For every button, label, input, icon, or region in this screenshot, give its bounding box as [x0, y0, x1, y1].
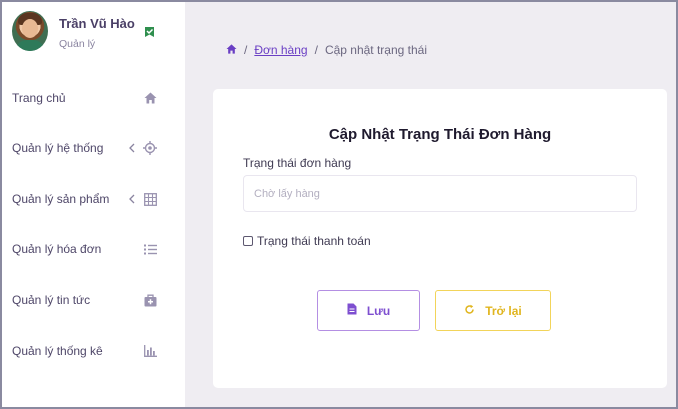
settings-target-icon [142, 140, 158, 156]
sidebar-item-home[interactable]: Trang chủ [2, 83, 185, 113]
back-button[interactable]: Trở lại [435, 290, 551, 331]
user-role: Quản lý [59, 38, 96, 50]
payment-status-row[interactable]: Trạng thái thanh toán [243, 234, 371, 248]
sidebar-item-products[interactable]: Quản lý sản phẩm [2, 184, 185, 214]
sidebar-item-news[interactable]: Quản lý tin tức [2, 285, 185, 315]
user-name: Trần Vũ Hào [59, 16, 135, 31]
verified-badge-icon [144, 26, 155, 38]
breadcrumb-separator: / [314, 43, 318, 57]
update-status-card: Cập Nhật Trạng Thái Đơn Hàng Trạng thái … [213, 89, 667, 388]
save-button[interactable]: Lưu [317, 290, 420, 331]
sidebar: Trần Vũ Hào Quản lý Trang chủ Quản lý hệ… [2, 2, 185, 407]
sidebar-item-label: Quản lý hóa đơn [12, 242, 102, 256]
list-icon [142, 241, 158, 257]
order-status-input[interactable] [243, 175, 637, 212]
sidebar-item-label: Quản lý tin tức [12, 293, 91, 307]
sidebar-item-system[interactable]: Quản lý hệ thống [2, 133, 185, 163]
back-button-label: Trở lại [485, 303, 522, 318]
sidebar-item-label: Quản lý sản phẩm [12, 192, 110, 206]
form-title: Cập Nhật Trạng Thái Đơn Hàng [328, 126, 552, 143]
document-icon [347, 303, 357, 318]
bar-chart-icon [142, 343, 158, 359]
save-button-label: Lưu [366, 303, 391, 318]
app-window: Trần Vũ Hào Quản lý Trang chủ Quản lý hệ… [0, 0, 678, 409]
refresh-icon [464, 304, 475, 318]
sidebar-item-label: Quản lý thống kê [12, 344, 103, 358]
home-icon[interactable] [226, 43, 237, 57]
user-profile: Trần Vũ Hào Quản lý [2, 2, 185, 62]
avatar[interactable] [12, 11, 48, 51]
chevron-left-icon [128, 142, 136, 154]
sidebar-item-label: Quản lý hệ thống [12, 141, 104, 155]
payment-status-label: Trạng thái thanh toán [257, 234, 371, 248]
breadcrumb-link-orders[interactable]: Đơn hàng [254, 43, 307, 57]
payment-status-checkbox[interactable] [243, 236, 253, 246]
breadcrumb: / Đơn hàng / Cập nhật trạng thái [226, 43, 427, 57]
sidebar-item-label: Trang chủ [12, 91, 66, 105]
order-status-label: Trạng thái đơn hàng [243, 156, 352, 170]
sidebar-item-invoices[interactable]: Quản lý hóa đơn [2, 234, 185, 264]
breadcrumb-separator: / [244, 43, 248, 57]
briefcase-plus-icon [142, 292, 158, 308]
breadcrumb-current: Cập nhật trạng thái [324, 43, 428, 57]
home-icon [142, 90, 158, 106]
chevron-left-icon [128, 193, 136, 205]
grid-icon [142, 191, 158, 207]
sidebar-item-statistics[interactable]: Quản lý thống kê [2, 336, 185, 366]
